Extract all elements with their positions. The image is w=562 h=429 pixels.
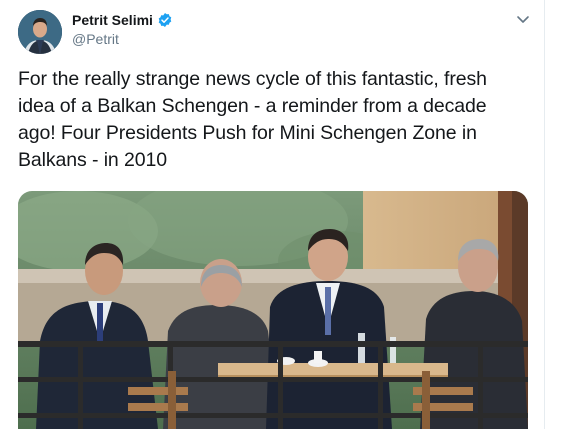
chevron-down-icon[interactable] [514,12,532,28]
author-name-row[interactable]: Petrit Selimi [72,12,173,28]
tweet-photo[interactable] [18,191,528,429]
verified-badge-icon [157,12,173,28]
embedded-photo [18,191,528,429]
author-avatar[interactable] [18,10,62,54]
author-display-name[interactable]: Petrit Selimi [72,12,153,28]
tweet-text: For the really strange news cycle of thi… [18,68,487,171]
author-handle[interactable]: @Petrit [72,31,119,47]
avatar-photo [18,10,62,54]
tweet-card: Petrit Selimi @Petrit For the really str… [0,0,545,429]
